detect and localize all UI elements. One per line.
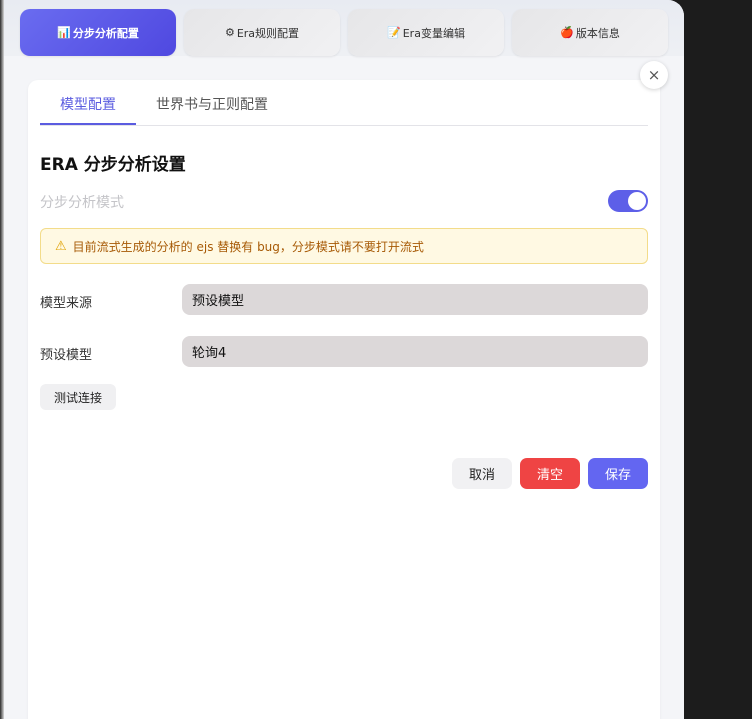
section-title: ERA 分步分析设置 — [40, 155, 186, 175]
close-button[interactable]: × — [640, 61, 668, 89]
close-icon: × — [647, 66, 661, 84]
gear-icon: ⚙ — [224, 26, 235, 39]
clear-button[interactable]: 清空 — [520, 458, 580, 489]
chart-icon: 📊 — [57, 26, 71, 39]
tab-era-variables[interactable]: 📝 Era变量编辑 — [348, 9, 504, 56]
preset-model-select[interactable]: 轮询4 — [182, 336, 648, 367]
preset-model-label: 预设模型 — [40, 348, 93, 363]
tab-label: 分步分析配置 — [72, 26, 139, 40]
tab-label: Era规则配置 — [236, 26, 300, 40]
memo-icon: 📝 — [387, 26, 401, 39]
save-button[interactable]: 保存 — [588, 458, 648, 489]
model-source-select[interactable]: 预设模型 — [182, 284, 648, 315]
tab-version-info[interactable]: 🍎 版本信息 — [512, 9, 668, 56]
tab-model-config[interactable]: 模型配置 — [40, 94, 136, 125]
stream-warning-banner: ⚠ 目前流式生成的分析的 ejs 替换有 bug，分步模式请不要打开流式 — [40, 228, 648, 264]
tab-label: 版本信息 — [575, 26, 620, 40]
warning-icon: ⚠ — [55, 238, 67, 254]
tab-worldbook-regex-config[interactable]: 世界书与正则配置 — [144, 94, 280, 125]
top-tab-bar: 📊 分步分析配置 ⚙ Era规则配置 📝 Era变量编辑 🍎 版本信息 — [4, 0, 684, 56]
tab-era-rules[interactable]: ⚙ Era规则配置 — [184, 9, 340, 56]
tab-step-analysis[interactable]: 📊 分步分析配置 — [20, 9, 176, 56]
step-mode-label: 分步分析模式 — [40, 195, 124, 211]
toggle-knob — [628, 192, 646, 210]
config-panel: 模型配置 世界书与正则配置 ERA 分步分析设置 分步分析模式 ⚠ 目前流式生成… — [28, 80, 660, 719]
apple-icon: 🍎 — [560, 26, 574, 39]
step-mode-toggle[interactable] — [608, 190, 648, 212]
cancel-button[interactable]: 取消 — [452, 458, 512, 489]
sub-tab-bar: 模型配置 世界书与正则配置 — [40, 80, 648, 126]
test-connection-button[interactable]: 测试连接 — [40, 384, 116, 410]
tab-label: Era变量编辑 — [402, 26, 465, 40]
settings-window: 📊 分步分析配置 ⚙ Era规则配置 📝 Era变量编辑 🍎 版本信息 × 模型… — [4, 0, 684, 719]
model-source-label: 模型来源 — [40, 296, 93, 311]
warning-text: 目前流式生成的分析的 ejs 替换有 bug，分步模式请不要打开流式 — [72, 239, 424, 254]
